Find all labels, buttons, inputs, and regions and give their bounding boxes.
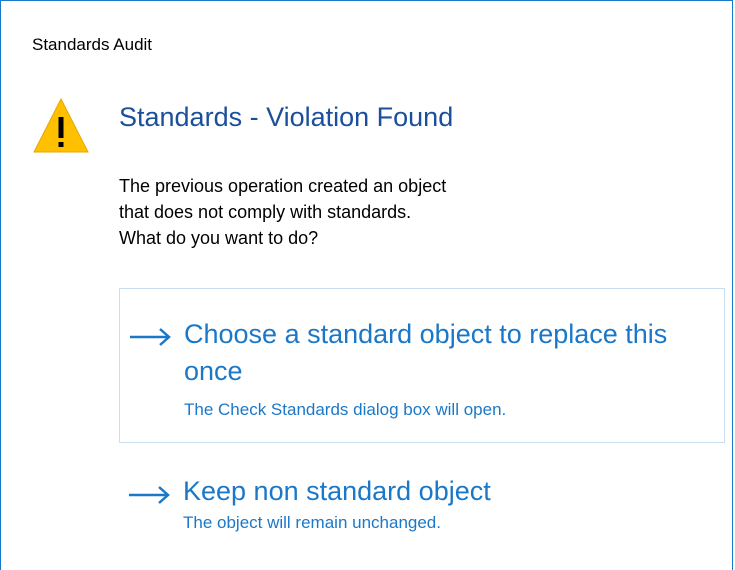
right-arrow-icon	[129, 486, 170, 504]
message-line: What do you want to do?	[119, 228, 319, 248]
window-title: Standards Audit	[32, 35, 153, 54]
standards-audit-dialog: Standards Audit Standards - Violation Fo…	[0, 0, 733, 570]
title-bar: Standards Audit	[1, 1, 732, 76]
message-line: that does not comply with standards.	[119, 202, 412, 222]
choose-standard-object-option[interactable]: Choose a standard object to replace this…	[119, 288, 725, 443]
right-arrow-icon	[130, 328, 171, 346]
dialog-message: The previous operation created an object…	[119, 173, 639, 251]
keep-non-standard-object-option[interactable]: Keep non standard object The object will…	[119, 461, 725, 543]
keep-non-standard-object-title: Keep non standard object	[183, 476, 491, 506]
dialog-heading: Standards - Violation Found	[119, 102, 454, 132]
warning-icon	[33, 97, 89, 153]
choose-standard-object-description: The Check Standards dialog box will open…	[184, 400, 507, 419]
keep-non-standard-object-description: The object will remain unchanged.	[183, 513, 441, 532]
choose-standard-object-title: Choose a standard object to replace this…	[184, 319, 668, 386]
message-line: The previous operation created an object	[119, 176, 447, 196]
